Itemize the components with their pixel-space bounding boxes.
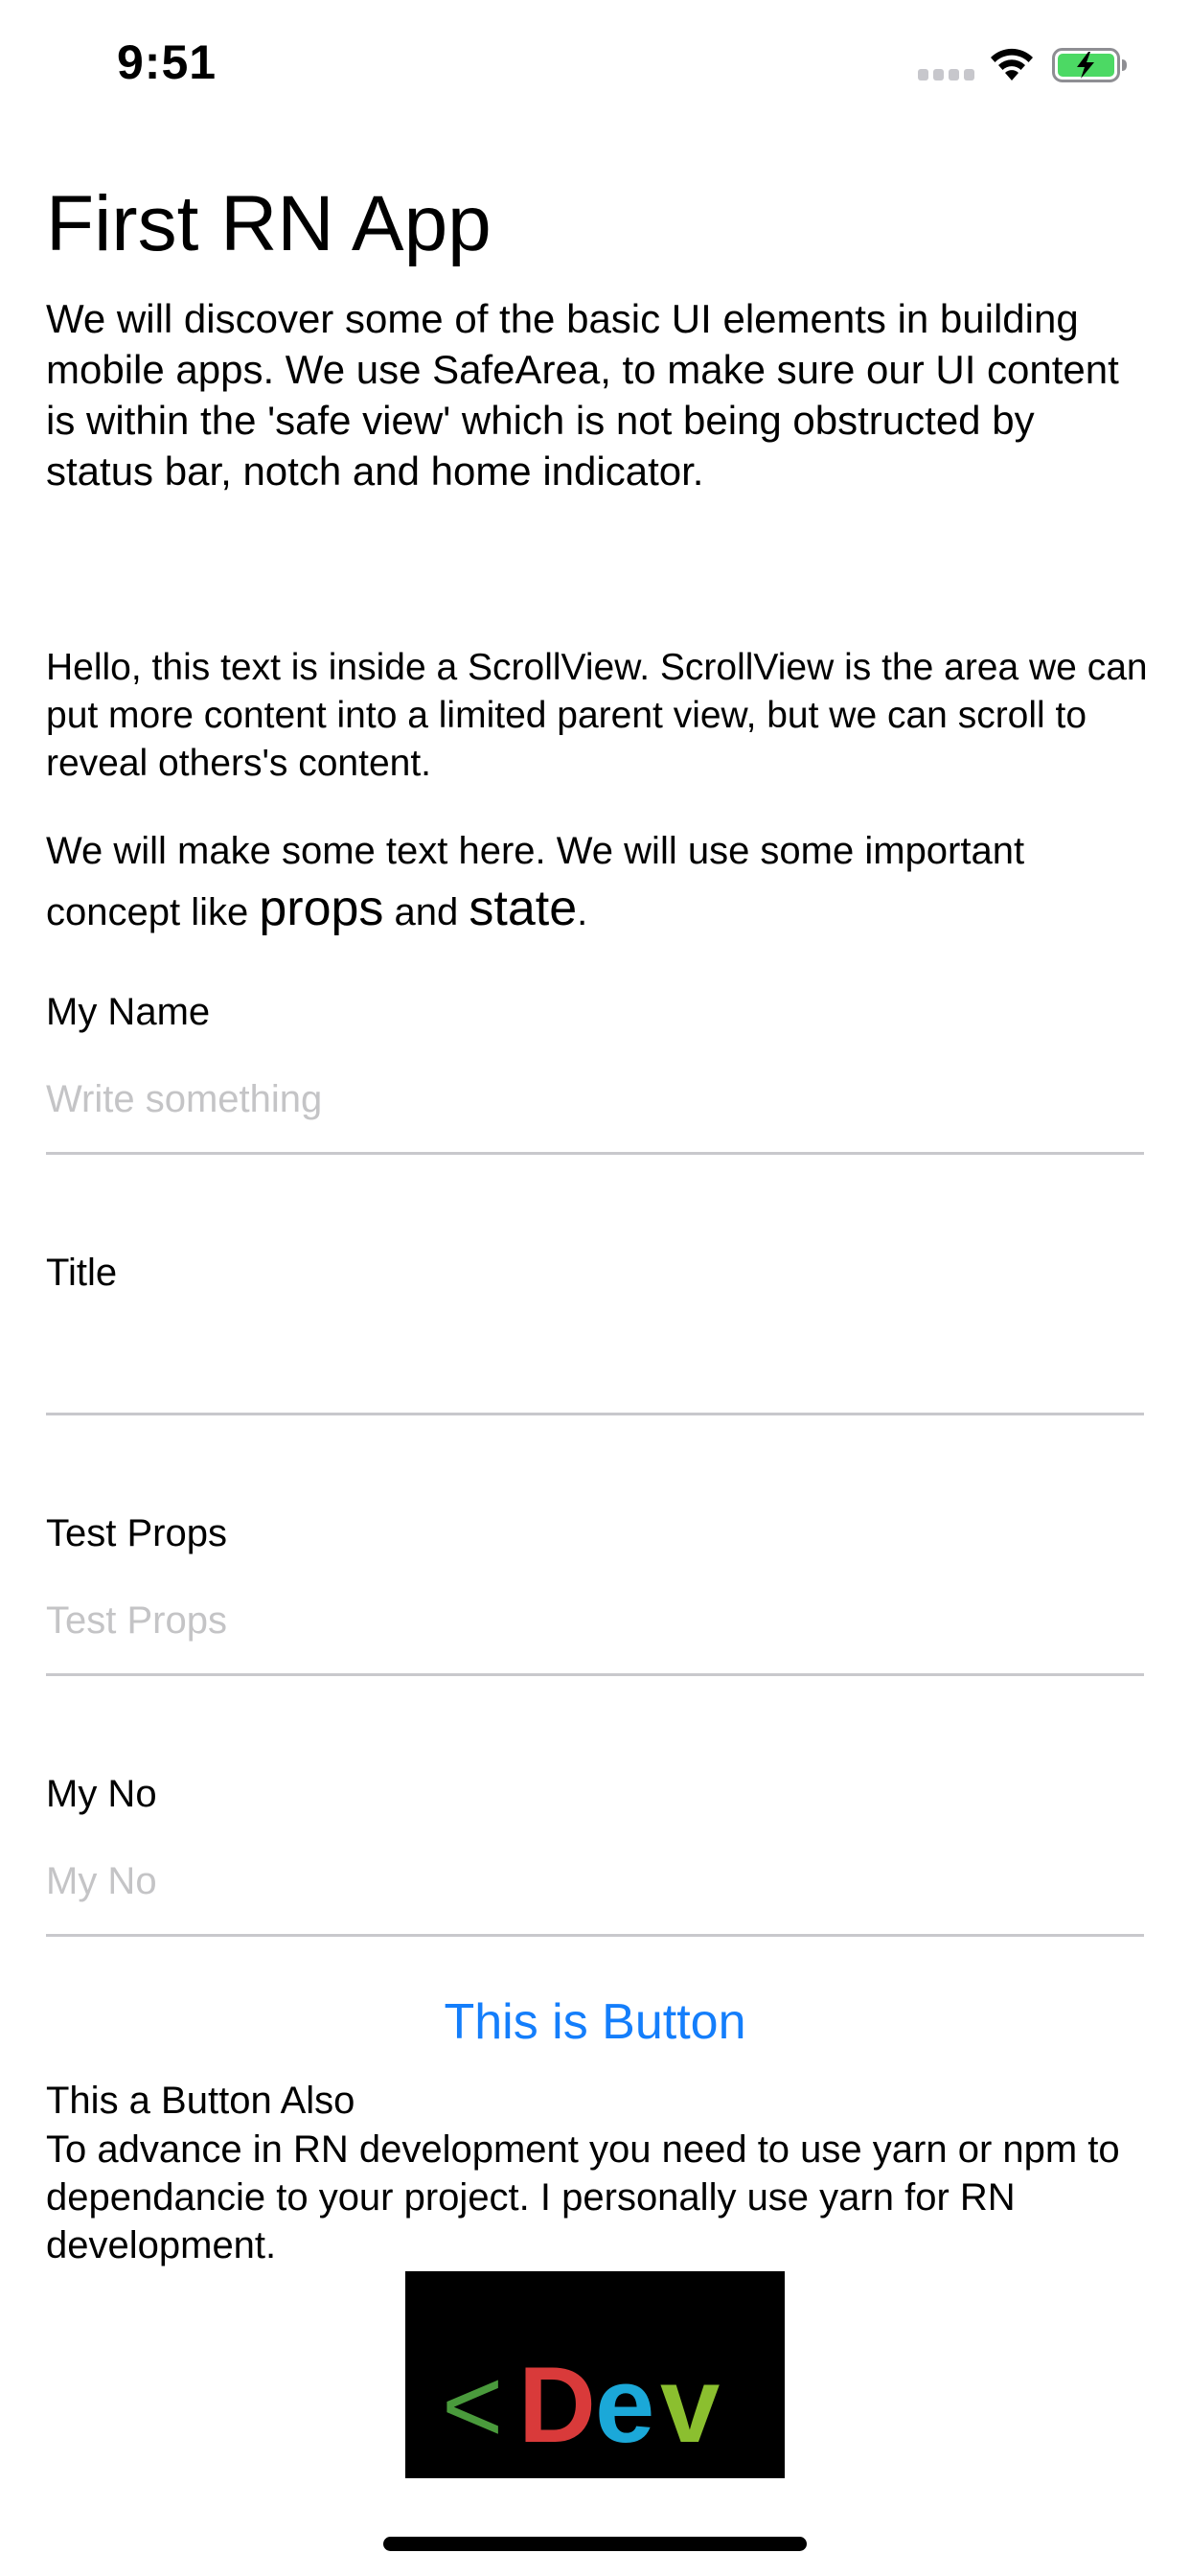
field-underline: [46, 1413, 1144, 1415]
title-field: Title: [46, 1250, 1144, 1489]
status-time: 9:51: [117, 35, 217, 89]
home-indicator[interactable]: [383, 2537, 807, 2551]
logo-d: D: [518, 2345, 596, 2465]
logo-v: v: [660, 2345, 720, 2465]
my-name-input[interactable]: [46, 1066, 1144, 1133]
field-underline: [46, 1934, 1144, 1937]
signal-icon: [918, 69, 975, 80]
status-bar: 9:51: [0, 0, 1190, 134]
this-is-button[interactable]: This is Button: [0, 1984, 1190, 2060]
logo-e: e: [595, 2345, 654, 2465]
test-props-field: Test Props: [46, 1510, 1144, 1750]
page-title: First RN App: [46, 180, 492, 267]
props-word: props: [259, 881, 384, 936]
logo-lt: <: [442, 2347, 503, 2465]
and-word: and: [383, 891, 469, 933]
field-underline: [46, 1152, 1144, 1155]
logo-con: Con />: [434, 2462, 765, 2478]
title-input[interactable]: [46, 1326, 1144, 1393]
button-also[interactable]: This a Button Also: [46, 2076, 355, 2126]
wifi-icon: [991, 48, 1033, 80]
my-no-input[interactable]: [46, 1848, 1144, 1915]
props-state-paragraph: We will make some text here. We will use…: [46, 822, 1148, 941]
test-props-input[interactable]: [46, 1587, 1144, 1654]
period: .: [577, 891, 588, 933]
devcon-logo: < D e v Con />: [434, 2345, 765, 2478]
field-label-my-no: My No: [46, 1773, 157, 1815]
intro-paragraph: We will discover some of the basic UI el…: [46, 296, 1119, 494]
field-label-my-name: My Name: [46, 991, 211, 1033]
scrollview-paragraph: Hello, this text is inside a ScrollView.…: [46, 647, 1148, 784]
my-no-field: My No: [46, 1771, 1144, 2011]
field-label-title: Title: [46, 1252, 118, 1294]
field-label-test-props: Test Props: [46, 1512, 227, 1554]
my-name-field: My Name: [46, 989, 1144, 1229]
devcon-logo-image: < D e v Con />: [405, 2271, 785, 2478]
battery-charging-icon: [1052, 48, 1127, 82]
state-word: state: [469, 881, 578, 936]
rn-development-paragraph: To advance in RN development you need to…: [46, 2128, 1120, 2266]
field-underline: [46, 1673, 1144, 1676]
